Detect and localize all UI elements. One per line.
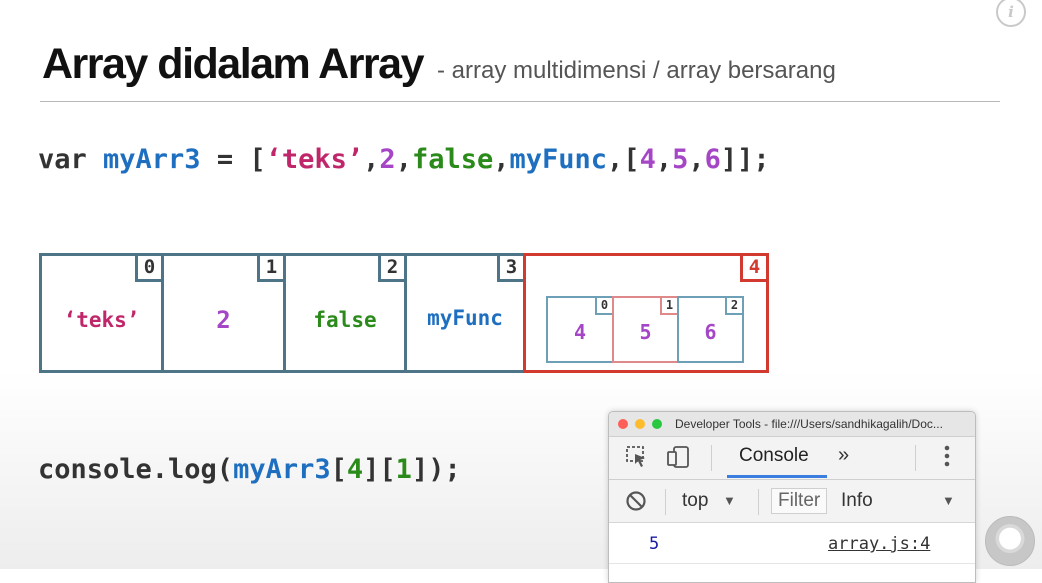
code-token-punct: = [: [200, 144, 266, 175]
kebab-menu-icon[interactable]: [943, 443, 951, 474]
array-index-label: 4: [740, 256, 766, 282]
code-token-number: 4: [639, 144, 656, 175]
minimize-button[interactable]: [635, 419, 645, 429]
header: Array didalam Array - array multidimensi…: [42, 40, 836, 89]
device-toolbar-icon[interactable]: [666, 445, 692, 474]
array-value: 2: [216, 306, 231, 334]
array-index-label: 3: [497, 256, 523, 282]
info-icon[interactable]: i: [996, 0, 1026, 27]
channel-avatar: [985, 516, 1035, 566]
console-row-divider: [609, 563, 975, 564]
inner-value: 5: [639, 320, 652, 344]
array-cell-1: 1 2: [161, 253, 286, 373]
code-token-function: myFunc: [509, 144, 608, 175]
array-index-label: 2: [378, 256, 404, 282]
more-tabs-button[interactable]: »: [838, 444, 849, 467]
code-token-string: ‘teks’: [265, 144, 364, 175]
console-log-source-link[interactable]: array.js:4: [828, 534, 930, 554]
code-token-number: 6: [704, 144, 721, 175]
code-token-number2: 4: [346, 454, 364, 485]
clear-console-icon[interactable]: [625, 490, 647, 517]
inner-array-cell-2: 2 6: [677, 296, 744, 363]
code-token-number2: 1: [395, 454, 412, 485]
code-token-keyword: console.log(: [38, 454, 234, 485]
slide-subtitle: - array multidimensi / array bersarang: [437, 57, 836, 84]
code-token-boolean: false: [411, 144, 494, 175]
array-value: false: [313, 308, 377, 332]
code-token-punct: ,: [493, 144, 510, 175]
console-filter-bar: top ▼ Filter Info ▼: [609, 480, 975, 523]
inner-array-cell-1: 1 5: [612, 296, 679, 363]
toolbar-divider: [665, 489, 666, 515]
array-value: ‘teks’: [63, 308, 140, 332]
active-tab-indicator: [727, 475, 827, 478]
filter-input[interactable]: Filter: [771, 488, 827, 514]
chevron-down-icon[interactable]: ▼: [723, 493, 736, 508]
inner-value: 6: [704, 320, 717, 344]
devtools-window: Developer Tools - file:///Users/sandhika…: [608, 411, 976, 583]
console-log-value: 5: [649, 534, 660, 554]
inner-index-label: 2: [725, 298, 742, 315]
code-token-keyword: var: [38, 144, 104, 175]
devtools-window-title: Developer Tools - file:///Users/sandhika…: [675, 417, 943, 431]
toolbar-divider: [711, 445, 712, 471]
inner-array-cell-0: 0 4: [546, 296, 614, 363]
code-token-punct: ,: [655, 144, 673, 175]
toolbar-divider: [758, 489, 759, 515]
code-line-declaration: var myArr3 = [‘teks’,2,false,myFunc,[4,5…: [38, 144, 770, 175]
chevron-down-icon[interactable]: ▼: [942, 493, 955, 508]
devtools-tab-bar: Console »: [609, 437, 975, 480]
close-button[interactable]: [618, 419, 628, 429]
code-token-name: myArr3: [103, 144, 201, 175]
context-selector[interactable]: top: [682, 490, 708, 512]
code-token-name: myArr3: [233, 454, 331, 485]
tab-console[interactable]: Console: [739, 445, 809, 467]
code-token-number: 2: [379, 144, 396, 175]
array-value: myFunc: [427, 306, 503, 330]
code-token-punct: ,[: [607, 144, 640, 175]
code-token-punct: [: [330, 454, 347, 485]
code-line-console-log: console.log(myArr3[4][1]);: [38, 454, 461, 485]
array-index-label: 1: [257, 256, 283, 282]
code-token-punct: ]];: [720, 144, 770, 175]
code-token-punct: ,: [395, 144, 412, 175]
zoom-button[interactable]: [652, 419, 662, 429]
toolbar-divider: [915, 445, 916, 471]
array-cell-4-nested: 4 0 4 1 5 2 6: [523, 253, 769, 373]
devtools-titlebar: Developer Tools - file:///Users/sandhika…: [609, 412, 975, 437]
array-cell-0: 0 ‘teks’: [39, 253, 164, 373]
inner-value: 4: [573, 320, 587, 344]
slide-title: Array didalam Array: [42, 40, 425, 88]
inner-index-label: 1: [660, 298, 677, 315]
code-token-punct: ][: [363, 454, 396, 485]
console-output: 5 array.js:4: [609, 523, 975, 582]
array-index-label: 0: [135, 256, 161, 282]
array-cell-3: 3 myFunc: [404, 253, 526, 373]
code-token-punct: ,: [688, 144, 705, 175]
inner-index-label: 0: [595, 298, 612, 315]
code-token-number: 5: [672, 144, 689, 175]
log-level-selector[interactable]: Info: [841, 490, 873, 512]
code-token-punct: ,: [363, 144, 380, 175]
title-divider: [40, 101, 1000, 102]
code-token-punct: ]);: [411, 454, 461, 485]
inspect-element-icon[interactable]: [625, 445, 649, 474]
array-cell-2: 2 false: [283, 253, 407, 373]
